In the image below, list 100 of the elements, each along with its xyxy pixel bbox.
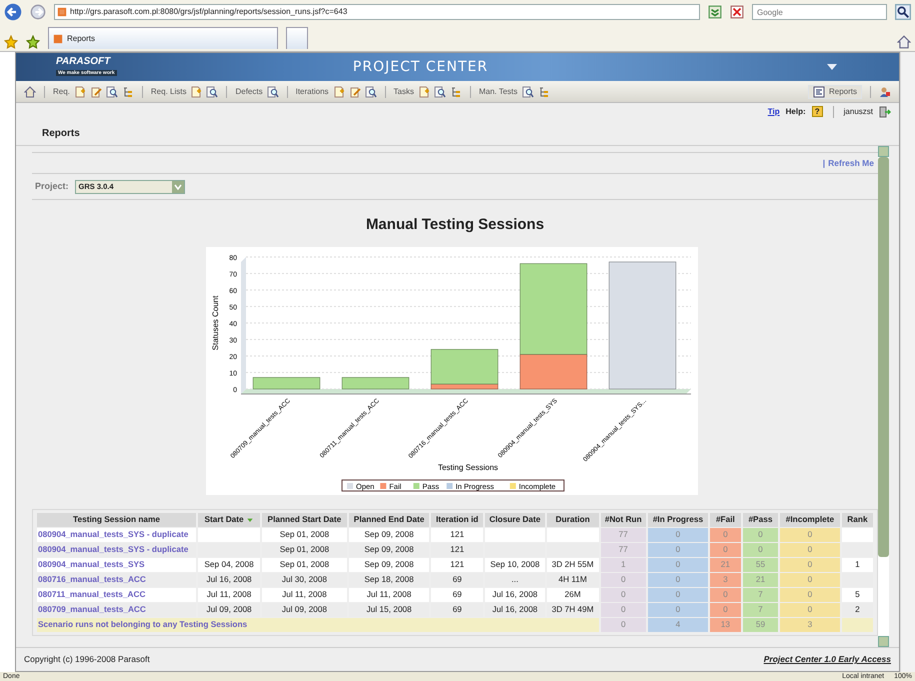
column-header[interactable]: #Incomplete	[780, 512, 840, 526]
home-icon[interactable]	[897, 35, 911, 49]
help-button[interactable]: ?	[812, 106, 823, 117]
table-cell: Jul 11, 2008	[262, 588, 347, 602]
bar	[252, 376, 320, 389]
tree-icon[interactable]	[538, 86, 550, 98]
table-cell: 0	[648, 588, 708, 602]
table-cell: Jul 11, 2008	[348, 588, 430, 602]
forward-button[interactable]	[30, 4, 46, 20]
tab-label: Reports	[67, 32, 96, 44]
table-cell: 0	[780, 572, 840, 586]
session-link[interactable]: 080904_manual_tests_SYS	[37, 558, 196, 572]
column-header[interactable]: Closure Date	[485, 512, 545, 526]
separator: |	[822, 156, 826, 170]
tip-link[interactable]: Tip	[768, 106, 780, 118]
logout-icon[interactable]	[879, 106, 891, 118]
stop-button[interactable]	[730, 5, 744, 19]
table-cell: 69	[431, 588, 483, 602]
star-icon[interactable]	[4, 35, 18, 49]
refresh-button[interactable]	[708, 5, 722, 19]
column-header[interactable]: #Fail	[710, 512, 741, 526]
table-cell: 0	[600, 588, 646, 602]
toolbar-label: Req.	[53, 86, 70, 98]
new-tab-button[interactable]	[286, 27, 308, 49]
table-cell: 1	[842, 558, 873, 572]
address-bar[interactable]: http://grs.parasoft.com.pl:8080/grs/jsf/planning/reports/session_runs.jsf?c=643	[54, 4, 700, 20]
table-cell: Sep 04, 2008	[198, 558, 260, 572]
new-page-icon[interactable]	[418, 86, 430, 98]
table-cell: 7	[742, 602, 778, 616]
table-cell: 0	[648, 528, 708, 542]
table-cell: 13	[710, 618, 741, 632]
search-icon[interactable]	[266, 86, 279, 98]
table-cell: 0	[780, 558, 840, 572]
edit-page-icon[interactable]	[348, 86, 361, 98]
axis-title: Statuses Count	[211, 295, 220, 350]
version-link[interactable]: Project Center 1.0 Early Access	[764, 653, 891, 666]
table-cell: 0	[780, 528, 840, 542]
home-icon	[24, 86, 36, 98]
table-cell: 0	[710, 542, 741, 556]
table-cell: 21	[710, 558, 741, 572]
table-cell: Sep 01, 2008	[262, 558, 347, 572]
help-label: Help:	[786, 106, 806, 118]
table-cell: Sep 01, 2008	[262, 528, 347, 542]
column-header[interactable]: #Not Run	[600, 512, 646, 526]
app-title: PROJECT CENTER	[352, 58, 490, 76]
column-header[interactable]: Start Date	[198, 512, 260, 526]
toolbar-label: Tasks	[394, 86, 414, 98]
tree-icon[interactable]	[122, 86, 134, 98]
column-header[interactable]: #Pass	[742, 512, 778, 526]
search-icon[interactable]	[434, 86, 446, 98]
search-icon[interactable]	[364, 86, 377, 98]
table-cell: Sep 09, 2008	[348, 528, 430, 542]
star-icon[interactable]	[26, 35, 40, 49]
search-icon[interactable]	[522, 86, 534, 98]
table-cell: 121	[431, 528, 483, 542]
search-icon[interactable]	[206, 86, 218, 98]
table-cell: 0	[648, 602, 708, 616]
table-cell: 55	[742, 558, 778, 572]
table-cell: 26M	[546, 588, 599, 602]
new-page-icon[interactable]	[332, 86, 345, 98]
table-cell: 1	[600, 558, 646, 572]
table-cell: 0	[600, 602, 646, 616]
table-cell: Sep 10, 2008	[485, 558, 545, 572]
search-icon[interactable]	[106, 86, 118, 98]
new-page-icon[interactable]	[190, 86, 202, 98]
browser-tab[interactable]: Reports	[48, 27, 278, 49]
table-cell: 0	[710, 602, 741, 616]
page-icon	[57, 7, 67, 17]
session-link[interactable]: 080904_manual_tests_SYS - duplicate	[37, 528, 196, 542]
session-link[interactable]: 080711_manual_tests_ACC	[37, 588, 196, 602]
table-cell: 0	[780, 588, 840, 602]
reports-button[interactable]: Reports	[808, 84, 862, 98]
table-cell: 3	[780, 618, 840, 632]
table-cell: 21	[742, 572, 778, 586]
column-header[interactable]: Planned End Date	[348, 512, 430, 526]
user-name: januszst	[844, 106, 873, 118]
users-icon[interactable]	[879, 86, 891, 98]
refresh-link[interactable]: Refresh Me	[828, 156, 874, 170]
toolbar-label: Defects	[235, 86, 263, 98]
search-icon[interactable]	[895, 4, 911, 20]
tree-icon[interactable]	[450, 86, 462, 98]
edit-page-icon[interactable]	[90, 86, 102, 98]
toolbar-label: Iterations	[296, 86, 329, 98]
table-cell: 3D 2H 55M	[546, 558, 599, 572]
column-header[interactable]: Testing Session name	[37, 512, 196, 526]
new-page-icon[interactable]	[74, 86, 86, 98]
column-header[interactable]: #In Progress	[648, 512, 708, 526]
table-cell: Sep 09, 2008	[348, 558, 430, 572]
home-button[interactable]	[24, 86, 36, 98]
table-cell: 0	[710, 528, 741, 542]
column-header[interactable]: Duration	[546, 512, 599, 526]
column-header[interactable]: Iteration id	[431, 512, 483, 526]
column-header[interactable]: Planned Start Date	[262, 512, 347, 526]
back-button[interactable]	[4, 3, 22, 21]
search-field[interactable]: Google	[752, 4, 887, 20]
table-cell: 0	[742, 528, 778, 542]
table-cell: 4	[648, 618, 708, 632]
column-header[interactable]: Rank	[842, 512, 873, 526]
report-title: Manual Testing Sessions	[364, 215, 546, 235]
table-cell: 0	[648, 572, 708, 586]
